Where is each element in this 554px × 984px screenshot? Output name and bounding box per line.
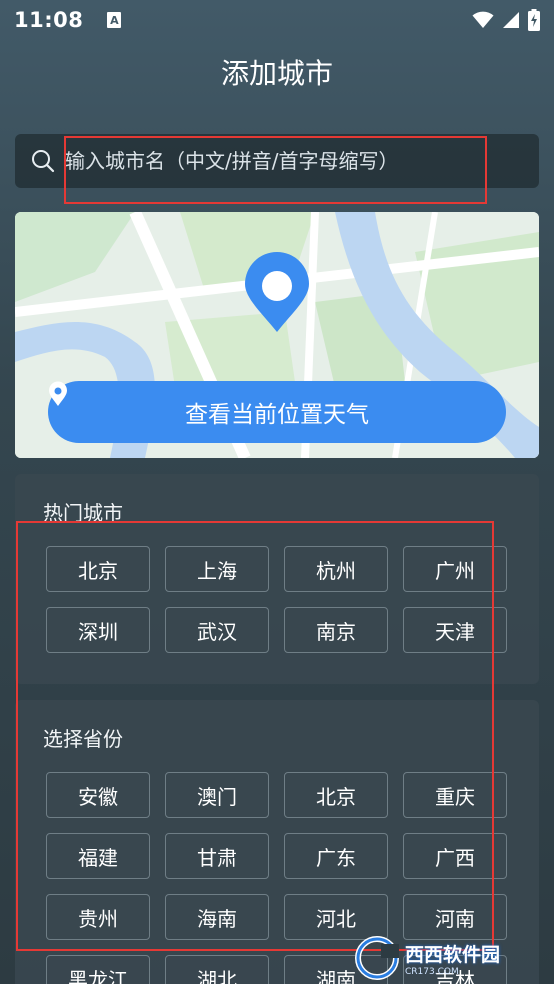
watermark-text-group: 西西软件园 CR173.COM: [399, 940, 500, 977]
search-box[interactable]: [15, 134, 539, 188]
province-chip-hubei[interactable]: 湖北: [165, 955, 269, 984]
hot-cities-title: 热门城市: [43, 501, 123, 525]
city-chip-nanjing[interactable]: 南京: [284, 607, 388, 653]
city-chip-guangzhou[interactable]: 广州: [403, 546, 507, 592]
city-chip-shenzhen[interactable]: 深圳: [46, 607, 150, 653]
status-bar: 11:08 A: [0, 0, 554, 40]
province-chip-chongqing[interactable]: 重庆: [403, 772, 507, 818]
notification-icon: A: [107, 12, 122, 28]
map-card: 查看当前位置天气: [15, 212, 539, 458]
page-title: 添加城市: [220, 57, 333, 90]
search-input[interactable]: [65, 149, 505, 173]
province-chip-hainan[interactable]: 海南: [165, 894, 269, 940]
location-pin-icon: [49, 381, 67, 406]
watermark-logo-icon: [355, 936, 399, 980]
wifi-icon: [472, 11, 494, 28]
provinces-title: 选择省份: [43, 727, 123, 751]
status-icons: [472, 9, 540, 31]
battery-charging-icon: [528, 9, 540, 31]
status-time: 11:08: [14, 8, 84, 32]
province-chip-guangdong[interactable]: 广东: [284, 833, 388, 879]
view-current-location-weather-button[interactable]: 查看当前位置天气: [48, 381, 506, 443]
province-chip-gansu[interactable]: 甘肃: [165, 833, 269, 879]
city-chip-wuhan[interactable]: 武汉: [165, 607, 269, 653]
city-chip-beijing[interactable]: 北京: [46, 546, 150, 592]
map-pin-icon: [245, 252, 309, 332]
watermark-subtext: CR173.COM: [405, 966, 459, 977]
province-chip-guangxi[interactable]: 广西: [403, 833, 507, 879]
search-icon: [32, 150, 55, 173]
city-chip-tianjin[interactable]: 天津: [403, 607, 507, 653]
province-chip-beijing[interactable]: 北京: [284, 772, 388, 818]
signal-icon: [503, 12, 519, 28]
province-chip-fujian[interactable]: 福建: [46, 833, 150, 879]
hot-cities-grid: 北京 上海 杭州 广州 深圳 武汉 南京 天津: [46, 546, 507, 653]
watermark-text: 西西软件园: [405, 943, 501, 966]
province-chip-anhui[interactable]: 安徽: [46, 772, 150, 818]
city-chip-hangzhou[interactable]: 杭州: [284, 546, 388, 592]
province-chip-heilongjiang[interactable]: 黑龙江: [46, 955, 150, 984]
province-chip-guizhou[interactable]: 贵州: [46, 894, 150, 940]
locate-button-label: 查看当前位置天气: [185, 402, 369, 428]
city-chip-shanghai[interactable]: 上海: [165, 546, 269, 592]
hot-cities-section: 热门城市 北京 上海 杭州 广州 深圳 武汉 南京 天津: [15, 474, 539, 684]
province-chip-macau[interactable]: 澳门: [165, 772, 269, 818]
watermark: 西西软件园 CR173.COM: [355, 934, 551, 982]
